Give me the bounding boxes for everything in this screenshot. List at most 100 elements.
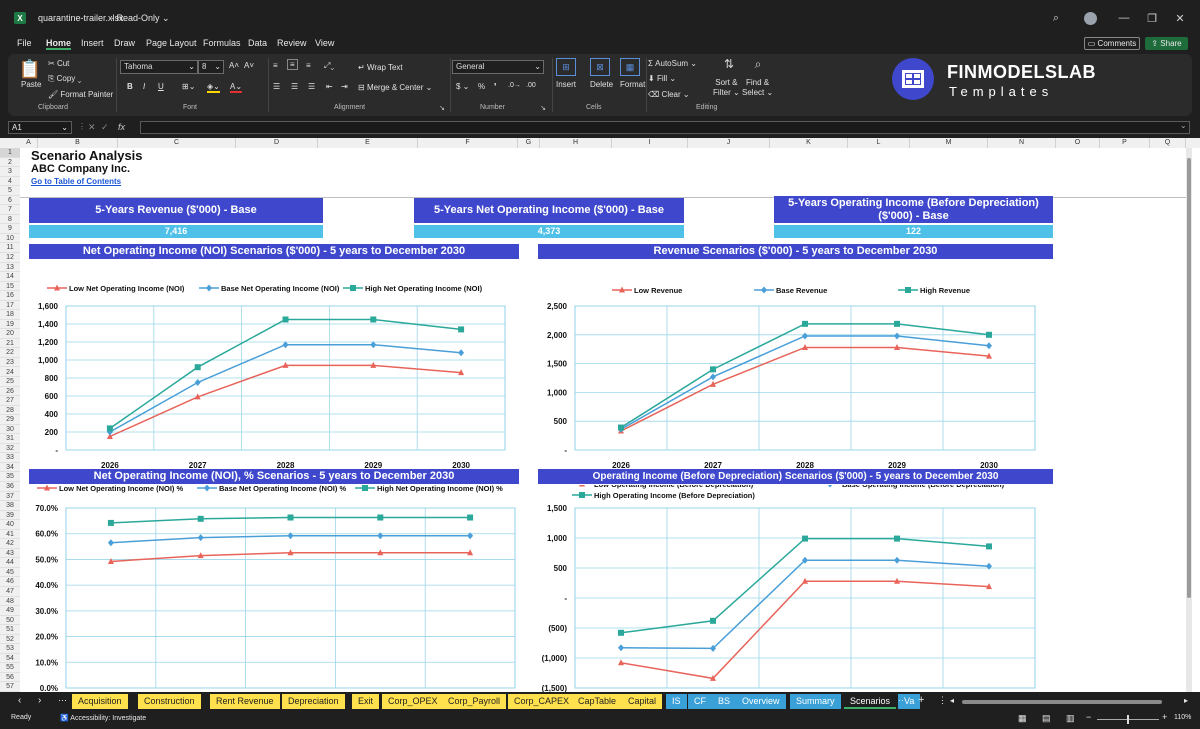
paste-icon[interactable]: 📋	[19, 58, 41, 80]
row-header[interactable]: 49	[0, 606, 20, 616]
column-header[interactable]: N	[988, 138, 1056, 148]
row-header[interactable]: 30	[0, 424, 20, 435]
row-header[interactable]: 19	[0, 319, 20, 330]
avatar[interactable]	[1084, 12, 1097, 25]
menu-file[interactable]: File	[17, 38, 32, 48]
increase-decimal-icon[interactable]: .0→	[508, 82, 521, 89]
row-header[interactable]: 47	[0, 587, 20, 597]
row-header[interactable]: 51	[0, 625, 20, 635]
sheet-tab-scenarios[interactable]: Scenarios	[844, 694, 897, 709]
menu-insert[interactable]: Insert	[81, 38, 104, 48]
column-header[interactable]: Q	[1150, 138, 1186, 148]
row-header[interactable]: 39	[0, 510, 20, 521]
sheet-tab-capital[interactable]: Capital	[622, 694, 663, 709]
sheet-tab-is[interactable]: IS	[666, 694, 687, 709]
align-bottom-icon[interactable]: ≡	[306, 61, 311, 70]
row-header[interactable]: 37	[0, 491, 20, 502]
formula-input[interactable]	[140, 121, 1190, 134]
row-header[interactable]: 2	[0, 157, 20, 168]
table-of-contents-link[interactable]: Go to Table of Contents	[31, 177, 121, 186]
row-header[interactable]: 6	[0, 195, 20, 206]
find-select-button[interactable]: Find & Select ⌄	[742, 78, 773, 98]
row-header[interactable]: 57	[0, 682, 20, 692]
column-header[interactable]: P	[1100, 138, 1150, 148]
opinc-chart[interactable]: (1,500)(1,000)(500)-5001,0001,5002026202…	[538, 485, 1053, 692]
row-header[interactable]: 9	[0, 224, 20, 234]
zoom-out-icon[interactable]: −	[1086, 712, 1091, 722]
insert-cells-icon[interactable]: ⊞	[556, 58, 576, 76]
tab-more-icon[interactable]: ⋮	[938, 695, 947, 706]
row-header[interactable]: 21	[0, 338, 20, 349]
find-select-icon[interactable]: ⌕	[750, 56, 766, 72]
row-header[interactable]: 25	[0, 377, 20, 387]
row-header[interactable]: 17	[0, 300, 20, 311]
noi-chart[interactable]: - 200 400 600 800 1,000 1,200 1,400 1,600 2026 202…	[29, 260, 529, 470]
row-header[interactable]: 33	[0, 453, 20, 463]
row-header[interactable]: 42	[0, 539, 20, 549]
row-header[interactable]: 27	[0, 396, 20, 406]
normal-view-icon[interactable]: ▦	[1018, 713, 1027, 724]
align-middle-icon[interactable]: ≡	[287, 59, 298, 70]
column-header[interactable]: D	[236, 138, 318, 148]
percent-icon[interactable]: %	[478, 82, 485, 91]
row-header[interactable]: 3	[0, 167, 20, 177]
row-header[interactable]: 12	[0, 252, 20, 263]
decrease-decimal-icon[interactable]: .00	[526, 82, 536, 89]
minimize-icon[interactable]: —	[1118, 12, 1130, 24]
prev-sheet-icon[interactable]: ‹	[18, 695, 21, 706]
sheet-tab-corp-capex[interactable]: Corp_CAPEX	[508, 694, 576, 709]
row-header[interactable]: 34	[0, 462, 20, 473]
row-header[interactable]: 22	[0, 348, 20, 358]
expand-formula-icon[interactable]: ⌄	[1180, 121, 1187, 130]
row-header[interactable]: 29	[0, 415, 20, 425]
row-header[interactable]: 13	[0, 262, 20, 273]
menu-home[interactable]: Home	[46, 38, 72, 50]
bold-icon[interactable]: B	[127, 82, 133, 91]
row-header[interactable]: 43	[0, 548, 20, 559]
row-header[interactable]: 41	[0, 529, 20, 540]
paste-button[interactable]: Paste	[21, 80, 41, 89]
revenue-chart[interactable]: - 500 1,000 1,500 2,000 2,500 2026 2027 2028 2029…	[538, 260, 1053, 470]
row-header[interactable]: 11	[0, 243, 20, 253]
next-sheet-icon[interactable]: ›	[38, 695, 41, 706]
more-sheets-icon[interactable]: ⋯	[58, 695, 67, 706]
sheet-tab-exit[interactable]: Exit	[352, 694, 380, 709]
row-header[interactable]: 38	[0, 501, 20, 511]
more-tabs-icon[interactable]: ⋯	[898, 695, 907, 706]
row-header[interactable]: 52	[0, 634, 20, 645]
column-header[interactable]: C	[118, 138, 236, 148]
row-header[interactable]: 35	[0, 472, 20, 483]
row-header[interactable]: 36	[0, 482, 20, 492]
page-layout-view-icon[interactable]: ▤	[1042, 713, 1051, 724]
sort-filter-button[interactable]: Sort & Filter ⌄	[713, 78, 740, 98]
zoom-in-icon[interactable]: +	[1162, 712, 1167, 722]
number-format-select[interactable]: General ⌄	[452, 60, 544, 74]
column-header[interactable]: L	[848, 138, 910, 148]
font-color-icon[interactable]: A⌄	[230, 82, 243, 93]
row-header[interactable]: 48	[0, 596, 20, 607]
row-header[interactable]: 46	[0, 577, 20, 587]
dialog-launcher-icon[interactable]: ↘	[438, 104, 446, 112]
zoom-slider-thumb[interactable]	[1127, 715, 1129, 724]
column-header[interactable]: K	[770, 138, 848, 148]
row-header[interactable]: 15	[0, 281, 20, 292]
sheet-tab-overview[interactable]: Overview	[736, 694, 786, 709]
sheet-tab-rent-revenue[interactable]: Rent Revenue	[210, 694, 280, 709]
cut-button[interactable]: ✂ Cut	[48, 59, 69, 68]
scrollbar-thumb[interactable]	[1187, 158, 1191, 598]
row-header[interactable]: 56	[0, 672, 20, 683]
insert-function-icon[interactable]: fx	[118, 122, 125, 132]
format-cells-icon[interactable]: ▦	[620, 58, 640, 76]
scroll-left-icon[interactable]: ◂	[950, 696, 954, 705]
enter-icon[interactable]: ✓	[101, 122, 109, 133]
comma-icon[interactable]: ❜	[494, 82, 497, 91]
sheet-tab-construction[interactable]: Construction	[138, 694, 201, 709]
zoom-level[interactable]: 110%	[1174, 714, 1191, 721]
menu-page-layout[interactable]: Page Layout	[146, 38, 197, 48]
search-icon[interactable]: ⌕	[1050, 12, 1062, 24]
row-header[interactable]: 55	[0, 663, 20, 673]
align-center-icon[interactable]: ☰	[291, 82, 298, 91]
column-header[interactable]: J	[688, 138, 770, 148]
scroll-right-icon[interactable]: ▸	[1184, 696, 1188, 705]
horizontal-scrollbar[interactable]: ◂ ▸	[950, 696, 1188, 706]
